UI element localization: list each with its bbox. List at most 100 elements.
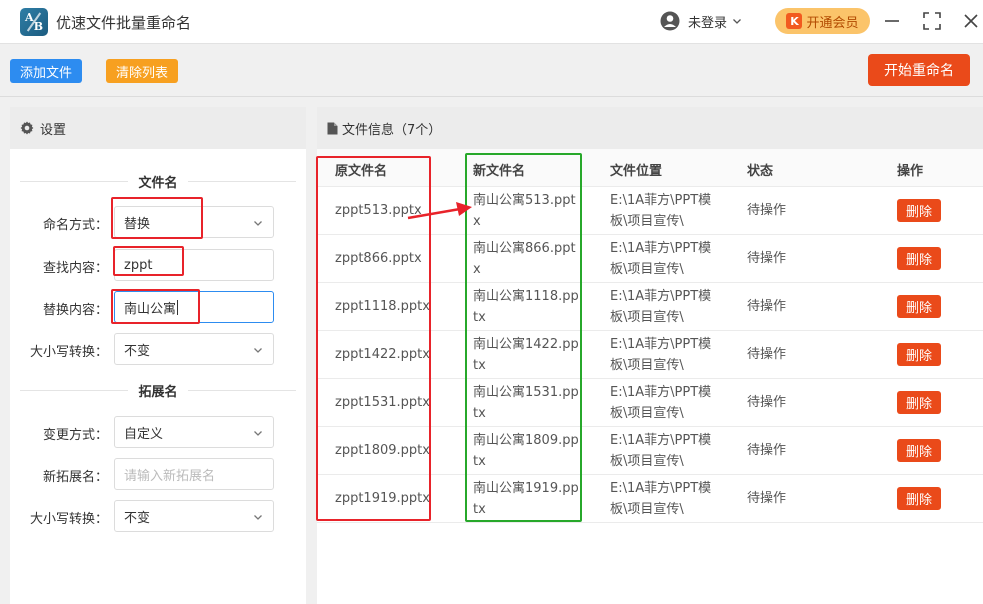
new-name-cell: 南山公寓1531.pptx bbox=[473, 385, 579, 421]
status-cell: 待操作 bbox=[747, 299, 787, 314]
find-content-label: 查找内容： bbox=[42, 261, 108, 276]
col-action: 操作 bbox=[897, 164, 924, 179]
original-name-cell: zppt513.pptx bbox=[335, 203, 422, 218]
vip-icon: K bbox=[786, 13, 803, 29]
app-title: 优速文件批量重命名 bbox=[56, 14, 192, 32]
table-row: zppt1422.pptx 南山公寓1422.pptx E:\1A菲方\PPT模板\… bbox=[317, 331, 983, 379]
login-status-text: 未登录 bbox=[688, 15, 728, 31]
status-cell: 待操作 bbox=[747, 491, 787, 506]
col-original-name: 原文件名 bbox=[335, 164, 388, 179]
delete-button[interactable]: 删除 bbox=[897, 247, 941, 270]
file-info-title: 文件信息（7个） bbox=[342, 122, 442, 138]
status-cell: 待操作 bbox=[747, 203, 787, 218]
ext-case-value: 不变 bbox=[124, 510, 151, 526]
col-new-name: 新文件名 bbox=[473, 164, 526, 179]
vip-button-label: 开通会员 bbox=[806, 15, 859, 31]
title-bar: A B 优速文件批量重命名 未登录 K 开通会员 bbox=[0, 0, 983, 44]
ext-case-label: 大小写转换： bbox=[29, 512, 108, 527]
filename-section-title: 文件名 bbox=[10, 172, 306, 191]
toolbar: 添加文件 清除列表 开始重命名 bbox=[0, 45, 983, 97]
start-rename-button[interactable]: 开始重命名 bbox=[868, 54, 970, 86]
table-row: zppt866.pptx 南山公寓866.pptx E:\1A菲方\PPT模板\项目… bbox=[317, 235, 983, 283]
ext-section-label: 拓展名 bbox=[128, 385, 188, 400]
new-ext-placeholder: 请输入新拓展名 bbox=[124, 468, 216, 484]
table-row: zppt1809.pptx 南山公寓1809.pptx E:\1A菲方\PPT模板\… bbox=[317, 427, 983, 475]
new-name-cell: 南山公寓1809.pptx bbox=[473, 433, 579, 469]
case-convert-value: 不变 bbox=[124, 343, 151, 359]
find-content-input[interactable]: zppt bbox=[114, 249, 274, 281]
login-menu[interactable]: 未登录 bbox=[660, 9, 742, 33]
delete-button[interactable]: 删除 bbox=[897, 391, 941, 414]
new-name-cell: 南山公寓1919.pptx bbox=[473, 481, 579, 517]
user-avatar-icon bbox=[660, 11, 680, 31]
chevron-down-icon bbox=[254, 431, 262, 436]
settings-panel: 设置 文件名 命名方式： 替换 查找内容： zppt 替换内容： 南山公寓 大小… bbox=[10, 107, 306, 604]
filename-section-label: 文件名 bbox=[128, 176, 188, 191]
add-files-button[interactable]: 添加文件 bbox=[10, 59, 82, 83]
delete-button[interactable]: 删除 bbox=[897, 439, 941, 462]
chevron-down-icon bbox=[254, 348, 262, 353]
ext-mode-value: 自定义 bbox=[124, 426, 164, 442]
logo-letter-b: B bbox=[33, 20, 43, 33]
maximize-icon[interactable] bbox=[921, 10, 943, 32]
col-status: 状态 bbox=[747, 164, 774, 179]
document-icon bbox=[327, 122, 338, 134]
original-name-cell: zppt1531.pptx bbox=[335, 395, 430, 410]
file-location-cell: E:\1A菲方\PPT模板\项目宣传\ bbox=[610, 481, 712, 517]
delete-button[interactable]: 删除 bbox=[897, 487, 941, 510]
table-header: 原文件名 新文件名 文件位置 状态 操作 bbox=[317, 149, 983, 187]
naming-mode-label: 命名方式： bbox=[42, 218, 108, 233]
naming-mode-value: 替换 bbox=[124, 216, 151, 232]
new-name-cell: 南山公寓1118.pptx bbox=[473, 289, 579, 325]
replace-content-input[interactable]: 南山公寓 bbox=[114, 291, 274, 323]
file-location-cell: E:\1A菲方\PPT模板\项目宣传\ bbox=[610, 385, 712, 421]
file-location-cell: E:\1A菲方\PPT模板\项目宣传\ bbox=[610, 241, 712, 277]
original-name-cell: zppt1919.pptx bbox=[335, 491, 430, 506]
original-name-cell: zppt1809.pptx bbox=[335, 443, 430, 458]
clear-list-button[interactable]: 清除列表 bbox=[106, 59, 178, 83]
status-cell: 待操作 bbox=[747, 347, 787, 362]
app-logo-icon: A B bbox=[20, 8, 48, 36]
gear-icon bbox=[20, 121, 34, 135]
replace-content-value: 南山公寓 bbox=[124, 301, 177, 317]
table-row: zppt1531.pptx 南山公寓1531.pptx E:\1A菲方\PPT模板\… bbox=[317, 379, 983, 427]
delete-button[interactable]: 删除 bbox=[897, 199, 941, 222]
vip-button[interactable]: K 开通会员 bbox=[775, 8, 870, 34]
original-name-cell: zppt866.pptx bbox=[335, 251, 422, 266]
minimize-icon[interactable] bbox=[881, 10, 903, 32]
col-file-location: 文件位置 bbox=[610, 164, 663, 179]
new-ext-input[interactable]: 请输入新拓展名 bbox=[114, 458, 274, 490]
ext-section-title: 拓展名 bbox=[10, 381, 306, 400]
naming-mode-select[interactable]: 替换 bbox=[114, 206, 274, 238]
table-row: zppt513.pptx 南山公寓513.pptx E:\1A菲方\PPT模板\项目… bbox=[317, 187, 983, 235]
new-name-cell: 南山公寓866.pptx bbox=[473, 241, 576, 277]
ext-mode-label: 变更方式： bbox=[42, 428, 108, 443]
file-location-cell: E:\1A菲方\PPT模板\项目宣传\ bbox=[610, 337, 712, 373]
table-row: zppt1118.pptx 南山公寓1118.pptx E:\1A菲方\PPT模板\… bbox=[317, 283, 983, 331]
text-caret bbox=[177, 299, 179, 315]
case-convert-label: 大小写转换： bbox=[29, 345, 108, 360]
table-row: zppt1919.pptx 南山公寓1919.pptx E:\1A菲方\PPT模板\… bbox=[317, 475, 983, 523]
file-info-header: 文件信息（7个） bbox=[317, 107, 983, 149]
new-name-cell: 南山公寓513.pptx bbox=[473, 193, 576, 229]
file-info-panel: 文件信息（7个） 原文件名 新文件名 文件位置 状态 操作 zppt513.pp… bbox=[317, 107, 983, 604]
chevron-down-icon bbox=[733, 19, 741, 24]
replace-content-label: 替换内容： bbox=[42, 303, 108, 318]
settings-title: 设置 bbox=[40, 122, 67, 138]
ext-case-select[interactable]: 不变 bbox=[114, 500, 274, 532]
status-cell: 待操作 bbox=[747, 251, 787, 266]
delete-button[interactable]: 删除 bbox=[897, 295, 941, 318]
case-convert-select[interactable]: 不变 bbox=[114, 333, 274, 365]
file-location-cell: E:\1A菲方\PPT模板\项目宣传\ bbox=[610, 433, 712, 469]
status-cell: 待操作 bbox=[747, 395, 787, 410]
new-ext-label: 新拓展名： bbox=[42, 470, 108, 485]
chevron-down-icon bbox=[254, 221, 262, 226]
close-icon[interactable] bbox=[960, 10, 982, 32]
status-cell: 待操作 bbox=[747, 443, 787, 458]
delete-button[interactable]: 删除 bbox=[897, 343, 941, 366]
ext-mode-select[interactable]: 自定义 bbox=[114, 416, 274, 448]
file-location-cell: E:\1A菲方\PPT模板\项目宣传\ bbox=[610, 289, 712, 325]
settings-header: 设置 bbox=[10, 107, 306, 149]
chevron-down-icon bbox=[254, 515, 262, 520]
file-location-cell: E:\1A菲方\PPT模板\项目宣传\ bbox=[610, 193, 712, 229]
